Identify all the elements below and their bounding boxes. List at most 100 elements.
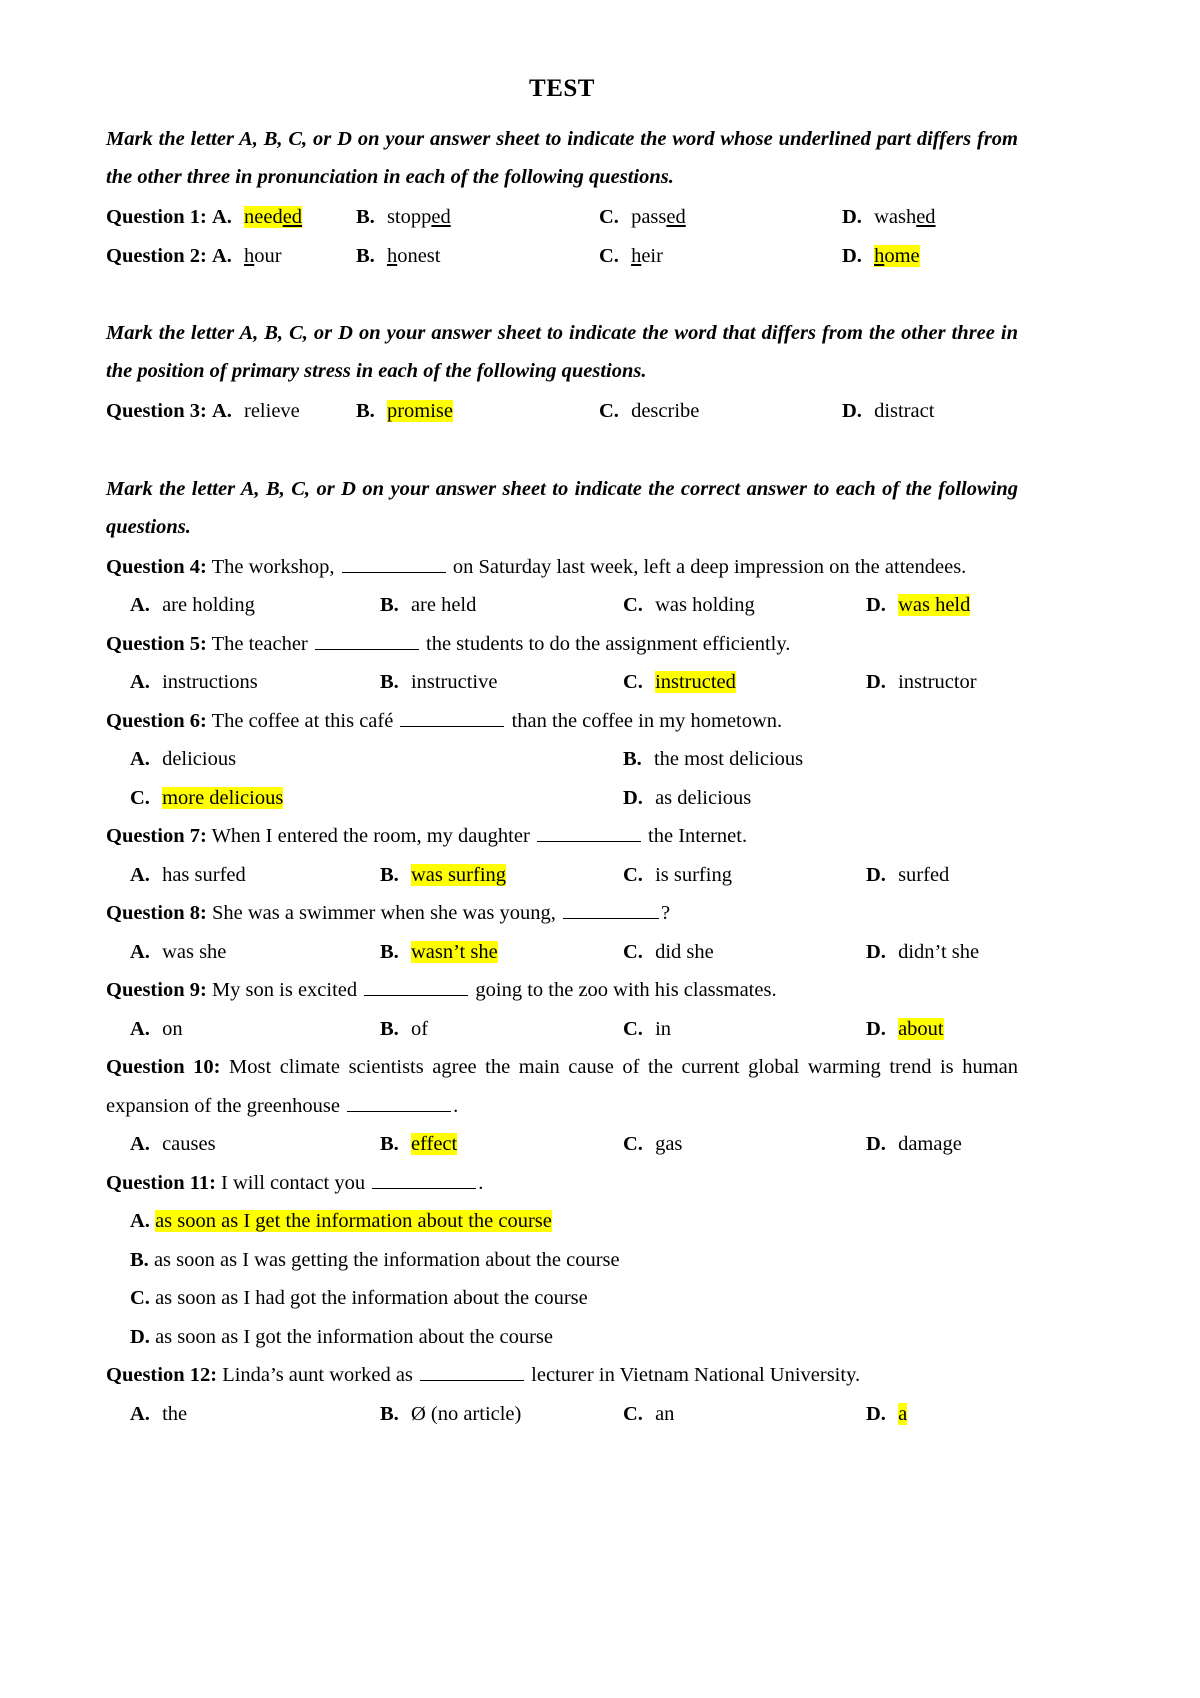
question-4-label: Question 4: <box>106 555 207 578</box>
answer-blank <box>314 630 419 650</box>
question-11-option-c: C. as soon as I had got the information … <box>106 1279 1018 1318</box>
question-7-option-a: A. has surfed <box>130 856 380 895</box>
question-8-option-a: A. was she <box>130 933 380 972</box>
question-8-options: A. was she B. wasn’t she C. did she D. d… <box>106 933 1018 972</box>
option-text: more delicious <box>162 786 284 809</box>
option-letter: C. <box>623 1017 643 1040</box>
question-3-label: Question 3: <box>106 400 207 422</box>
stem-text: than the coffee in my hometown. <box>511 709 783 732</box>
question-4-option-b: B. are held <box>380 586 623 625</box>
question-3-option-b: B. promise <box>356 392 599 431</box>
option-letter: C. <box>599 400 619 422</box>
answer-blank <box>562 899 659 919</box>
question-9-option-b: B. of <box>380 1010 623 1049</box>
option-letter: D. <box>866 671 886 693</box>
question-4-option-d: D. was held <box>866 586 1018 625</box>
option-letter: B. <box>380 671 399 693</box>
option-letter: D. <box>866 1017 886 1040</box>
question-5-option-b: B. instructive <box>380 663 623 702</box>
option-letter: D. <box>130 1325 150 1348</box>
option-text: is surfing <box>655 863 732 886</box>
option-letter: D. <box>842 400 862 422</box>
question-2-option-a: Question 2: A. hour <box>106 237 356 276</box>
stem-text: When I entered the room, my daughter <box>211 825 530 847</box>
option-text: on <box>162 1017 183 1040</box>
option-text: needed <box>244 206 303 228</box>
question-6-option-c: C. more delicious <box>130 779 623 818</box>
stem-text: My son is excited <box>211 979 358 1001</box>
answer-blank <box>341 553 446 573</box>
answer-blank <box>372 1169 477 1189</box>
option-text: as soon as I got the information about t… <box>155 1325 554 1348</box>
question-6-option-b: B. the most delicious <box>623 740 1018 779</box>
option-letter: B. <box>356 400 375 422</box>
option-letter: C. <box>623 594 643 616</box>
option-text: as delicious <box>655 786 752 809</box>
option-letter: B. <box>356 206 375 228</box>
option-text: instructions <box>162 671 258 693</box>
option-text: heir <box>631 244 663 267</box>
instruction-pronunciation: Mark the letter A, B, C, or D on your an… <box>106 128 1018 188</box>
question-10-option-b: B. effect <box>380 1125 623 1164</box>
question-6-option-a: A. delicious <box>130 740 623 779</box>
option-text: describe <box>631 400 700 422</box>
option-letter: A. <box>130 748 150 770</box>
answer-blank <box>400 707 505 727</box>
option-letter: B. <box>623 748 642 770</box>
option-text: Ø (no article) <box>410 1402 522 1425</box>
question-row-3: Question 3: A. relieve B. promise C. des… <box>106 392 1018 431</box>
option-text: instructive <box>410 671 498 693</box>
question-7-option-d: D. surfed <box>866 856 1018 895</box>
option-text: an <box>655 1402 675 1425</box>
option-text: has surfed <box>162 863 246 886</box>
question-3-option-c: C. describe <box>599 392 842 431</box>
option-text: damage <box>898 1133 962 1155</box>
option-text: effect <box>410 1133 458 1155</box>
stem-text: the students to do the assignment effici… <box>426 632 791 655</box>
option-text: a <box>898 1402 908 1425</box>
question-6-option-d: D. as delicious <box>623 779 1018 818</box>
option-letter: C. <box>623 1133 643 1155</box>
option-letter: A. <box>211 206 232 228</box>
question-10-label: Question 10: <box>106 1056 221 1078</box>
option-letter: A. <box>130 940 150 963</box>
option-text: as soon as I had got the information abo… <box>155 1287 588 1309</box>
option-letter: D. <box>842 244 862 267</box>
question-7-label: Question 7: <box>106 825 207 847</box>
question-10-options: A. causes B. effect C. gas D. damage <box>106 1125 1018 1164</box>
question-1-option-b: B. stopped <box>356 198 599 237</box>
option-letter: B. <box>380 594 399 616</box>
option-letter: B. <box>380 1017 399 1040</box>
option-text: was holding <box>655 594 755 616</box>
question-7-stem: Question 7: When I entered the room, my … <box>106 817 1018 856</box>
question-1-option-a: Question 1: A. needed <box>106 198 356 237</box>
option-text: home <box>874 244 920 267</box>
option-text: was held <box>898 594 971 616</box>
question-8-option-c: C. did she <box>623 933 866 972</box>
question-10-stem: Question 10: Most climate scientists agr… <box>106 1048 1018 1125</box>
option-letter: A. <box>130 671 150 693</box>
stem-text: going to the zoo with his classmates. <box>475 979 777 1001</box>
question-2-option-d: D. home <box>842 237 1018 276</box>
option-letter: C. <box>130 1287 150 1309</box>
document-page: TEST Mark the letter A, B, C, or D on yo… <box>0 0 1200 1698</box>
question-9-options: A. on B. of C. in D. about <box>106 1010 1018 1049</box>
question-6-options-row-2: C. more delicious D. as delicious <box>106 779 1018 818</box>
question-8-option-d: D. didn’t she <box>866 933 1018 972</box>
question-4-option-a: A. are holding <box>130 586 380 625</box>
option-letter: C. <box>130 786 150 809</box>
question-12-option-a: A. the <box>130 1395 380 1434</box>
option-letter: D. <box>842 206 862 228</box>
option-letter: D. <box>866 1402 886 1425</box>
option-letter: D. <box>866 940 886 963</box>
option-letter: A. <box>130 1133 150 1155</box>
option-letter: A. <box>130 1402 150 1425</box>
question-12-label: Question 12: <box>106 1364 218 1386</box>
option-text: in <box>655 1017 672 1040</box>
option-letter: C. <box>623 940 643 963</box>
question-11-label: Question 11: <box>106 1171 216 1194</box>
option-letter: B. <box>356 244 375 267</box>
stem-text: The teacher <box>211 632 308 655</box>
stem-text: The workshop, <box>211 555 335 578</box>
